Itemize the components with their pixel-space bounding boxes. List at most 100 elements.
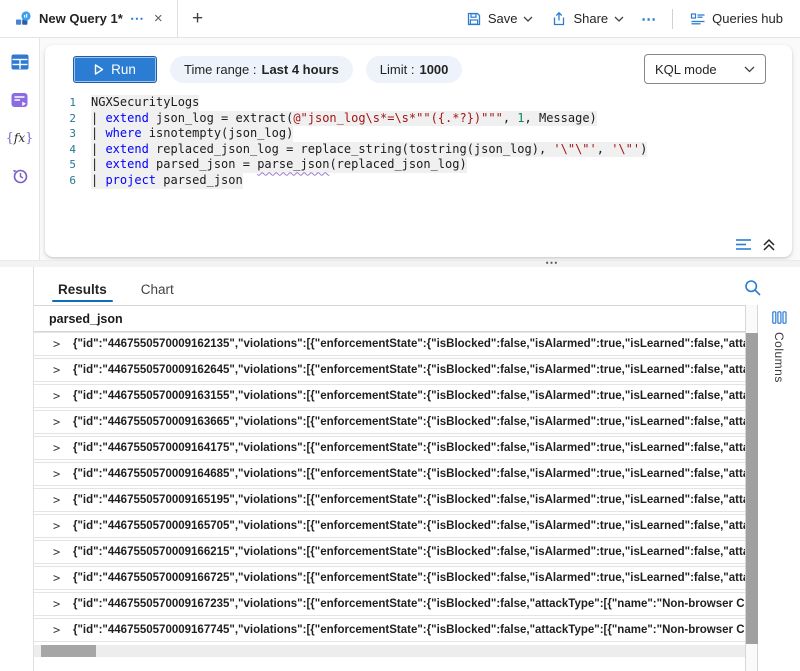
more-actions-icon[interactable]: ⋯ (635, 10, 662, 28)
limit-value: 1000 (419, 62, 448, 77)
line-number: 1 (45, 95, 91, 111)
code-line[interactable]: 3| where isnotempty(json_log) (45, 126, 792, 142)
column-header-parsed-json[interactable]: parsed_json (34, 305, 745, 332)
clock-history-icon (11, 167, 29, 185)
top-bar: New Query 1* ⋯ × + Save Share (0, 0, 800, 38)
share-icon (551, 11, 567, 27)
code-line[interactable]: 5| extend parsed_json = parse_json(repla… (45, 157, 792, 173)
tab-chart[interactable]: Chart (139, 276, 176, 305)
collapse-editor-icon[interactable] (762, 238, 776, 251)
row-expand-chevron[interactable]: > (53, 389, 73, 403)
columns-icon (772, 311, 787, 324)
limit-label: Limit : (380, 62, 415, 77)
code-line[interactable]: 4| extend replaced_json_log = replace_st… (45, 142, 792, 158)
table-row[interactable]: > {"id":"4467550570009164175","violation… (34, 436, 745, 460)
table-row[interactable]: > {"id":"4467550570009167235","violation… (34, 592, 745, 616)
row-cell-text: {"id":"4467550570009165705","violations"… (73, 520, 745, 532)
time-range-value: Last 4 hours (262, 62, 339, 77)
table-row[interactable]: > {"id":"4467550570009166725","violation… (34, 566, 745, 590)
chevron-down-icon (523, 16, 533, 22)
kql-editor[interactable]: 1NGXSecurityLogs2| extend json_log = ext… (45, 88, 792, 189)
columns-side-panel[interactable]: Columns (757, 305, 800, 671)
table-row[interactable]: > {"id":"4467550570009165705","violation… (34, 514, 745, 538)
panel-splitter[interactable]: ⋯ (0, 260, 800, 267)
row-expand-chevron[interactable]: > (53, 597, 73, 611)
left-rail: {fx} (0, 38, 40, 260)
row-expand-chevron[interactable]: > (53, 493, 73, 507)
vertical-scrollbar[interactable] (745, 305, 757, 671)
line-number: 4 (45, 142, 91, 158)
share-button[interactable]: Share (544, 7, 631, 31)
results-grid-zone: parsed_json > {"id":"4467550570009162135… (34, 305, 800, 671)
run-button[interactable]: Run (73, 56, 157, 83)
results-grid: parsed_json > {"id":"4467550570009162135… (34, 305, 745, 671)
code-text: | extend parsed_json = parse_json(replac… (91, 157, 467, 173)
tab-results[interactable]: Results (56, 276, 109, 305)
row-expand-chevron[interactable]: > (53, 519, 73, 533)
functions-icon[interactable]: {fx} (10, 128, 30, 148)
row-cell-text: {"id":"4467550570009167235","violations"… (73, 598, 745, 610)
code-text: | extend json_log = extract(@"json_log\s… (91, 111, 597, 127)
history-icon[interactable] (10, 166, 30, 186)
query-tab[interactable]: New Query 1* ⋯ × (0, 0, 178, 37)
dashboards-icon[interactable] (10, 90, 30, 110)
queries-hub-label: Queries hub (712, 11, 783, 26)
line-number: 2 (45, 111, 91, 127)
queries-hub-icon (690, 12, 706, 26)
horizontal-scrollbar[interactable] (34, 645, 745, 657)
query-card: Run Time range : Last 4 hours Limit : 10… (45, 45, 792, 257)
code-line[interactable]: 6| project parsed_json (45, 173, 792, 189)
row-expand-chevron[interactable]: > (53, 545, 73, 559)
line-number: 3 (45, 126, 91, 142)
row-cell-text: {"id":"4467550570009164175","violations"… (73, 442, 745, 454)
editor-workspace: {fx} Run Time range : Last 4 hours L (0, 38, 800, 260)
row-cell-text: {"id":"4467550570009167745","violations"… (73, 624, 745, 636)
vertical-scrollbar-thumb[interactable] (746, 333, 758, 644)
row-cell-text: {"id":"4467550570009162135","violations"… (73, 338, 745, 350)
queries-hub-button[interactable]: Queries hub (683, 7, 790, 30)
table-row[interactable]: > {"id":"4467550570009167745","violation… (34, 618, 745, 642)
chevron-down-icon (744, 66, 755, 73)
row-cell-text: {"id":"4467550570009162645","violations"… (73, 364, 745, 376)
row-expand-chevron[interactable]: > (53, 415, 73, 429)
table-row[interactable]: > {"id":"4467550570009162645","violation… (34, 358, 745, 382)
row-expand-chevron[interactable]: > (53, 623, 73, 637)
results-rows: > {"id":"4467550570009162135","violation… (34, 332, 745, 644)
save-button[interactable]: Save (459, 7, 541, 31)
code-text: NGXSecurityLogs (91, 95, 199, 111)
play-icon (94, 64, 104, 75)
table-row[interactable]: > {"id":"4467550570009165195","violation… (34, 488, 745, 512)
row-cell-text: {"id":"4467550570009165195","violations"… (73, 494, 745, 506)
table-row[interactable]: > {"id":"4467550570009166215","violation… (34, 540, 745, 564)
format-lines-icon[interactable] (735, 238, 752, 251)
share-label: Share (573, 11, 608, 26)
results-panel: Results Chart parsed_json > {"id":"44675… (33, 267, 800, 671)
code-line[interactable]: 1NGXSecurityLogs (45, 95, 792, 111)
chevron-down-icon (614, 16, 624, 22)
row-expand-chevron[interactable]: > (53, 571, 73, 585)
save-label: Save (488, 11, 518, 26)
tab-more-icon[interactable]: ⋯ (130, 10, 145, 27)
code-line[interactable]: 2| extend json_log = extract(@"json_log\… (45, 111, 792, 127)
save-icon (466, 11, 482, 27)
row-expand-chevron[interactable]: > (53, 363, 73, 377)
row-cell-text: {"id":"4467550570009163665","violations"… (73, 416, 745, 428)
query-mode-select[interactable]: KQL mode (644, 54, 766, 84)
table-row[interactable]: > {"id":"4467550570009163155","violation… (34, 384, 745, 408)
table-row[interactable]: > {"id":"4467550570009163665","violation… (34, 410, 745, 434)
tables-icon[interactable] (10, 52, 30, 72)
table-row[interactable]: > {"id":"4467550570009162135","violation… (34, 332, 745, 356)
limit-pill[interactable]: Limit : 1000 (366, 56, 463, 83)
search-icon (744, 279, 762, 297)
row-expand-chevron[interactable]: > (53, 337, 73, 351)
new-tab-button[interactable]: + (178, 0, 217, 37)
search-button[interactable] (744, 279, 762, 297)
time-range-pill[interactable]: Time range : Last 4 hours (170, 56, 353, 83)
tab-close-icon[interactable]: × (152, 10, 165, 27)
row-expand-chevron[interactable]: > (53, 441, 73, 455)
query-mode-value: KQL mode (655, 62, 717, 77)
row-expand-chevron[interactable]: > (53, 467, 73, 481)
horizontal-scrollbar-thumb[interactable] (41, 645, 96, 657)
table-row[interactable]: > {"id":"4467550570009164685","violation… (34, 462, 745, 486)
card-play-icon (11, 92, 29, 109)
